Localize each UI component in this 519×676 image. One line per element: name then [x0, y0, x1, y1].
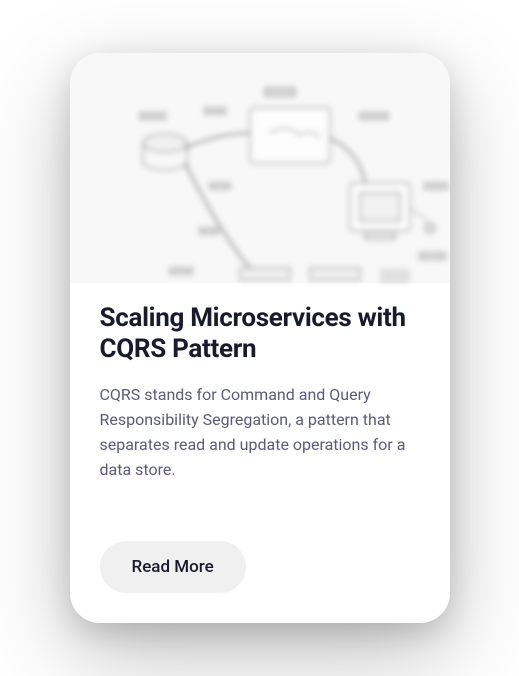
diagram-icon: [70, 53, 450, 283]
card-title: Scaling Microservices with CQRS Pattern: [100, 303, 420, 365]
card-content: Scaling Microservices with CQRS Pattern …: [70, 283, 450, 623]
article-card: Scaling Microservices with CQRS Pattern …: [70, 53, 450, 623]
read-more-button[interactable]: Read More: [100, 541, 246, 593]
card-hero-image: [70, 53, 450, 283]
card-description: CQRS stands for Command and Query Respon…: [100, 383, 420, 482]
